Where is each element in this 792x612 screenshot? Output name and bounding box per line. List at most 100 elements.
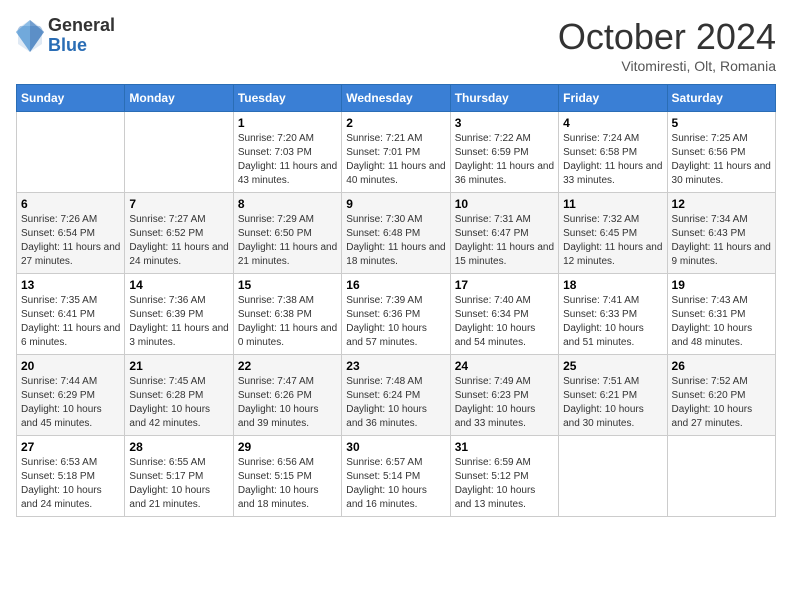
calendar-cell: 3Sunrise: 7:22 AMSunset: 6:59 PMDaylight… bbox=[450, 112, 558, 193]
calendar-cell: 4 Sunrise: 7:24 AMSunset: 6:58 PMDaylight… bbox=[559, 112, 667, 193]
month-title: October 2024 bbox=[558, 16, 776, 58]
logo-blue: Blue bbox=[48, 36, 115, 56]
day-info: Sunrise: 7:43 AMSunset: 6:31 PMDaylight:… bbox=[672, 294, 771, 350]
day-info: Sunrise: 7:31 AMSunset: 6:47 PMDaylight:… bbox=[455, 213, 554, 269]
day-info: Sunrise: 7:44 AMSunset: 6:29 PMDaylight:… bbox=[21, 375, 120, 431]
weekday-header-thursday: Thursday bbox=[450, 85, 558, 112]
day-number: 5 bbox=[672, 116, 771, 130]
day-info: Sunrise: 7:25 AMSunset: 6:56 PMDaylight:… bbox=[672, 132, 771, 188]
day-info: Sunrise: 7:24 AMSunset: 6:58 PMDaylight:… bbox=[563, 132, 662, 188]
day-number: 15 bbox=[238, 278, 337, 292]
calendar-cell: 13Sunrise: 7:35 AMSunset: 6:41 PMDayligh… bbox=[17, 274, 125, 355]
calendar-cell bbox=[559, 436, 667, 517]
day-info: Sunrise: 7:30 AMSunset: 6:48 PMDaylight:… bbox=[346, 213, 445, 269]
day-number: 1 bbox=[238, 116, 337, 130]
day-info: Sunrise: 7:51 AMSunset: 6:21 PMDaylight:… bbox=[563, 375, 662, 431]
week-row-5: 27 Sunrise: 6:53 AMSunset: 5:18 PMDayligh… bbox=[17, 436, 776, 517]
day-info: Sunrise: 6:59 AMSunset: 5:12 PMDaylight:… bbox=[455, 456, 554, 512]
calendar-table: SundayMondayTuesdayWednesdayThursdayFrid… bbox=[16, 84, 776, 517]
day-info: Sunrise: 7:27 AMSunset: 6:52 PMDaylight:… bbox=[129, 213, 228, 269]
day-number: 3 bbox=[455, 116, 554, 130]
calendar-cell bbox=[17, 112, 125, 193]
day-number: 11 bbox=[563, 197, 662, 211]
day-number: 8 bbox=[238, 197, 337, 211]
day-info: Sunrise: 6:57 AMSunset: 5:14 PMDaylight:… bbox=[346, 456, 445, 512]
calendar-cell: 6 Sunrise: 7:26 AMSunset: 6:54 PMDaylight… bbox=[17, 193, 125, 274]
day-number: 27 bbox=[21, 440, 120, 454]
day-info: Sunrise: 7:47 AMSunset: 6:26 PMDaylight:… bbox=[238, 375, 337, 431]
calendar-cell: 8Sunrise: 7:29 AMSunset: 6:50 PMDaylight… bbox=[233, 193, 341, 274]
day-info: Sunrise: 7:39 AMSunset: 6:36 PMDaylight:… bbox=[346, 294, 445, 350]
day-number: 7 bbox=[129, 197, 228, 211]
day-number: 6 bbox=[21, 197, 120, 211]
calendar-cell: 23Sunrise: 7:48 AMSunset: 6:24 PMDayligh… bbox=[342, 355, 450, 436]
day-number: 13 bbox=[21, 278, 120, 292]
day-number: 28 bbox=[129, 440, 228, 454]
week-row-3: 13Sunrise: 7:35 AMSunset: 6:41 PMDayligh… bbox=[17, 274, 776, 355]
day-info: Sunrise: 7:26 AMSunset: 6:54 PMDaylight:… bbox=[21, 213, 120, 269]
weekday-header-friday: Friday bbox=[559, 85, 667, 112]
day-info: Sunrise: 7:32 AMSunset: 6:45 PMDaylight:… bbox=[563, 213, 662, 269]
day-number: 25 bbox=[563, 359, 662, 373]
day-info: Sunrise: 7:52 AMSunset: 6:20 PMDaylight:… bbox=[672, 375, 771, 431]
calendar-cell: 7 Sunrise: 7:27 AMSunset: 6:52 PMDaylight… bbox=[125, 193, 233, 274]
calendar-cell: 22Sunrise: 7:47 AMSunset: 6:26 PMDayligh… bbox=[233, 355, 341, 436]
week-row-2: 6 Sunrise: 7:26 AMSunset: 6:54 PMDaylight… bbox=[17, 193, 776, 274]
day-info: Sunrise: 7:21 AMSunset: 7:01 PMDaylight:… bbox=[346, 132, 445, 188]
weekday-header-monday: Monday bbox=[125, 85, 233, 112]
weekday-header-saturday: Saturday bbox=[667, 85, 775, 112]
day-number: 19 bbox=[672, 278, 771, 292]
calendar-cell: 10 Sunrise: 7:31 AMSunset: 6:47 PMDayligh… bbox=[450, 193, 558, 274]
calendar-cell: 11 Sunrise: 7:32 AMSunset: 6:45 PMDayligh… bbox=[559, 193, 667, 274]
day-number: 9 bbox=[346, 197, 445, 211]
calendar-cell: 12 Sunrise: 7:34 AMSunset: 6:43 PMDayligh… bbox=[667, 193, 775, 274]
calendar-cell: 18Sunrise: 7:41 AMSunset: 6:33 PMDayligh… bbox=[559, 274, 667, 355]
calendar-cell: 25 Sunrise: 7:51 AMSunset: 6:21 PMDayligh… bbox=[559, 355, 667, 436]
day-number: 26 bbox=[672, 359, 771, 373]
day-info: Sunrise: 7:36 AMSunset: 6:39 PMDaylight:… bbox=[129, 294, 228, 350]
weekday-header-tuesday: Tuesday bbox=[233, 85, 341, 112]
calendar-cell: 5 Sunrise: 7:25 AMSunset: 6:56 PMDaylight… bbox=[667, 112, 775, 193]
day-info: Sunrise: 7:34 AMSunset: 6:43 PMDaylight:… bbox=[672, 213, 771, 269]
calendar-cell: 24 Sunrise: 7:49 AMSunset: 6:23 PMDayligh… bbox=[450, 355, 558, 436]
day-number: 21 bbox=[129, 359, 228, 373]
day-number: 17 bbox=[455, 278, 554, 292]
calendar-cell: 19 Sunrise: 7:43 AMSunset: 6:31 PMDayligh… bbox=[667, 274, 775, 355]
day-info: Sunrise: 6:55 AMSunset: 5:17 PMDaylight:… bbox=[129, 456, 228, 512]
calendar-cell bbox=[125, 112, 233, 193]
weekday-header-sunday: Sunday bbox=[17, 85, 125, 112]
day-info: Sunrise: 7:49 AMSunset: 6:23 PMDaylight:… bbox=[455, 375, 554, 431]
day-info: Sunrise: 7:45 AMSunset: 6:28 PMDaylight:… bbox=[129, 375, 228, 431]
day-number: 30 bbox=[346, 440, 445, 454]
week-row-1: 1Sunrise: 7:20 AMSunset: 7:03 PMDaylight… bbox=[17, 112, 776, 193]
calendar-cell: 27 Sunrise: 6:53 AMSunset: 5:18 PMDayligh… bbox=[17, 436, 125, 517]
weekday-header-row: SundayMondayTuesdayWednesdayThursdayFrid… bbox=[17, 85, 776, 112]
day-number: 10 bbox=[455, 197, 554, 211]
location-subtitle: Vitomiresti, Olt, Romania bbox=[558, 58, 776, 74]
day-info: Sunrise: 7:41 AMSunset: 6:33 PMDaylight:… bbox=[563, 294, 662, 350]
day-number: 4 bbox=[563, 116, 662, 130]
calendar-cell: 28 Sunrise: 6:55 AMSunset: 5:17 PMDayligh… bbox=[125, 436, 233, 517]
page-header: General Blue October 2024 Vitomiresti, O… bbox=[16, 16, 776, 74]
day-number: 31 bbox=[455, 440, 554, 454]
calendar-cell: 16Sunrise: 7:39 AMSunset: 6:36 PMDayligh… bbox=[342, 274, 450, 355]
day-number: 29 bbox=[238, 440, 337, 454]
day-info: Sunrise: 7:40 AMSunset: 6:34 PMDaylight:… bbox=[455, 294, 554, 350]
calendar-cell: 31 Sunrise: 6:59 AMSunset: 5:12 PMDayligh… bbox=[450, 436, 558, 517]
calendar-cell: 26 Sunrise: 7:52 AMSunset: 6:20 PMDayligh… bbox=[667, 355, 775, 436]
logo-icon bbox=[16, 18, 44, 54]
day-number: 2 bbox=[346, 116, 445, 130]
calendar-cell: 14Sunrise: 7:36 AMSunset: 6:39 PMDayligh… bbox=[125, 274, 233, 355]
day-info: Sunrise: 6:53 AMSunset: 5:18 PMDaylight:… bbox=[21, 456, 120, 512]
day-info: Sunrise: 7:38 AMSunset: 6:38 PMDaylight:… bbox=[238, 294, 337, 350]
calendar-cell: 9 Sunrise: 7:30 AMSunset: 6:48 PMDaylight… bbox=[342, 193, 450, 274]
title-block: October 2024 Vitomiresti, Olt, Romania bbox=[558, 16, 776, 74]
calendar-cell: 30 Sunrise: 6:57 AMSunset: 5:14 PMDayligh… bbox=[342, 436, 450, 517]
calendar-cell: 1Sunrise: 7:20 AMSunset: 7:03 PMDaylight… bbox=[233, 112, 341, 193]
day-info: Sunrise: 7:48 AMSunset: 6:24 PMDaylight:… bbox=[346, 375, 445, 431]
logo: General Blue bbox=[16, 16, 115, 56]
day-number: 24 bbox=[455, 359, 554, 373]
day-number: 12 bbox=[672, 197, 771, 211]
weekday-header-wednesday: Wednesday bbox=[342, 85, 450, 112]
logo-general: General bbox=[48, 16, 115, 36]
